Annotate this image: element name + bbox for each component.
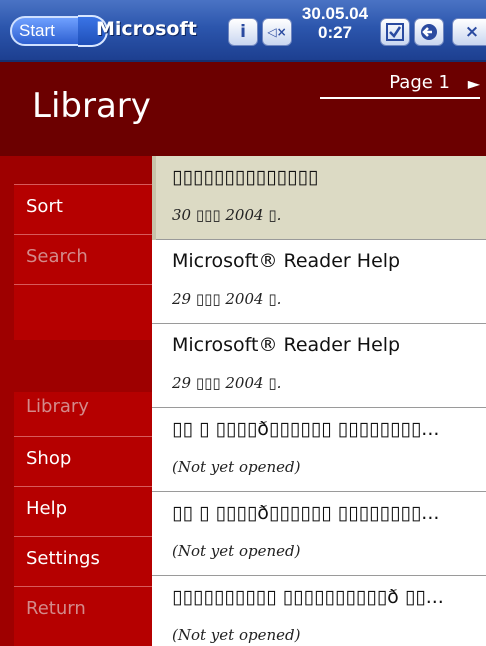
- page-label: Page 1: [389, 72, 450, 93]
- sidebar-item-label: Sort: [26, 196, 63, 217]
- sidebar-item-settings[interactable]: Settings: [14, 536, 152, 586]
- book-date: 30 ▯▯▯ 2004 ▯.: [172, 206, 282, 224]
- sidebar-item-label: Settings: [26, 548, 100, 569]
- header: Library Page 1 ►: [0, 62, 486, 156]
- book-title: ▯▯▯▯▯▯▯▯▯▯▯▯▯▯: [172, 166, 319, 188]
- page-selector[interactable]: Page 1 ►: [320, 72, 480, 99]
- volume-mute-icon[interactable]: ◁×: [262, 18, 292, 46]
- book-title: Microsoft® Reader Help: [172, 250, 401, 272]
- sidebar-item-sort[interactable]: Sort: [14, 184, 152, 234]
- sidebar-item-label: Search: [26, 246, 88, 267]
- taskbar: Start Microsoft i ◁× 30.05.04 0:27 ×: [0, 0, 486, 62]
- book-row[interactable]: ▯▯ ▯ ▯▯▯▯ð▯▯▯▯▯▯ ▯▯▯▯▯▯▯▯... (Not yet op…: [152, 492, 486, 576]
- book-title: ▯▯ ▯ ▯▯▯▯ð▯▯▯▯▯▯ ▯▯▯▯▯▯▯▯...: [172, 502, 440, 524]
- book-date: 29 ▯▯▯ 2004 ▯.: [172, 290, 282, 308]
- sidebar-item-library[interactable]: Library: [14, 388, 152, 438]
- book-status: (Not yet opened): [172, 542, 301, 560]
- sidebar-item-label: Shop: [26, 448, 72, 469]
- book-row[interactable]: ▯▯ ▯ ▯▯▯▯ð▯▯▯▯▯▯ ▯▯▯▯▯▯▯▯... (Not yet op…: [152, 408, 486, 492]
- close-button[interactable]: ×: [452, 18, 486, 46]
- sidebar-item-search[interactable]: Search: [14, 234, 152, 284]
- app-title: Microsoft: [96, 18, 197, 40]
- book-date: 29 ▯▯▯ 2004 ▯.: [172, 374, 282, 392]
- sidebar-item-label: Return: [26, 598, 86, 619]
- sidebar-item-label: Library: [26, 396, 89, 417]
- checklist-icon[interactable]: [380, 18, 410, 46]
- book-row[interactable]: ▯▯▯▯▯▯▯▯▯▯▯▯▯▯ 30 ▯▯▯ 2004 ▯.: [152, 156, 486, 240]
- back-arrow-icon[interactable]: [414, 18, 444, 46]
- book-title: Microsoft® Reader Help: [172, 334, 401, 356]
- sidebar-item-help[interactable]: Help: [14, 486, 152, 536]
- sidebar-item-shop[interactable]: Shop: [14, 436, 152, 486]
- book-title: ▯▯▯▯▯▯▯▯▯▯ ▯▯▯▯▯▯▯▯▯▯ð ▯▯...: [172, 586, 444, 608]
- book-title: ▯▯ ▯ ▯▯▯▯ð▯▯▯▯▯▯ ▯▯▯▯▯▯▯▯...: [172, 418, 440, 440]
- row-accent: [152, 156, 156, 240]
- book-row[interactable]: Microsoft® Reader Help 29 ▯▯▯ 2004 ▯.: [152, 324, 486, 408]
- book-status: (Not yet opened): [172, 626, 301, 644]
- start-label: Start: [19, 21, 55, 40]
- book-list: ▯▯▯▯▯▯▯▯▯▯▯▯▯▯ 30 ▯▯▯ 2004 ▯. Microsoft®…: [152, 156, 486, 646]
- sidebar-item-return[interactable]: Return: [14, 586, 152, 646]
- clock[interactable]: 30.05.04 0:27: [296, 4, 374, 42]
- clock-date: 30.05.04: [301, 4, 369, 23]
- book-row[interactable]: ▯▯▯▯▯▯▯▯▯▯ ▯▯▯▯▯▯▯▯▯▯ð ▯▯... (Not yet op…: [152, 576, 486, 646]
- sidebar-item-label: Help: [26, 498, 68, 519]
- sidebar-menu: Sort Search Library Shop Help Settings R…: [0, 156, 152, 646]
- next-page-arrow-icon[interactable]: ►: [468, 74, 480, 93]
- clock-time: 0:27: [317, 23, 353, 42]
- info-button[interactable]: i: [228, 18, 258, 46]
- sidebar-spacer: [14, 284, 152, 392]
- page-title: Library: [32, 86, 151, 126]
- book-status: (Not yet opened): [172, 458, 301, 476]
- book-row[interactable]: Microsoft® Reader Help 29 ▯▯▯ 2004 ▯.: [152, 240, 486, 324]
